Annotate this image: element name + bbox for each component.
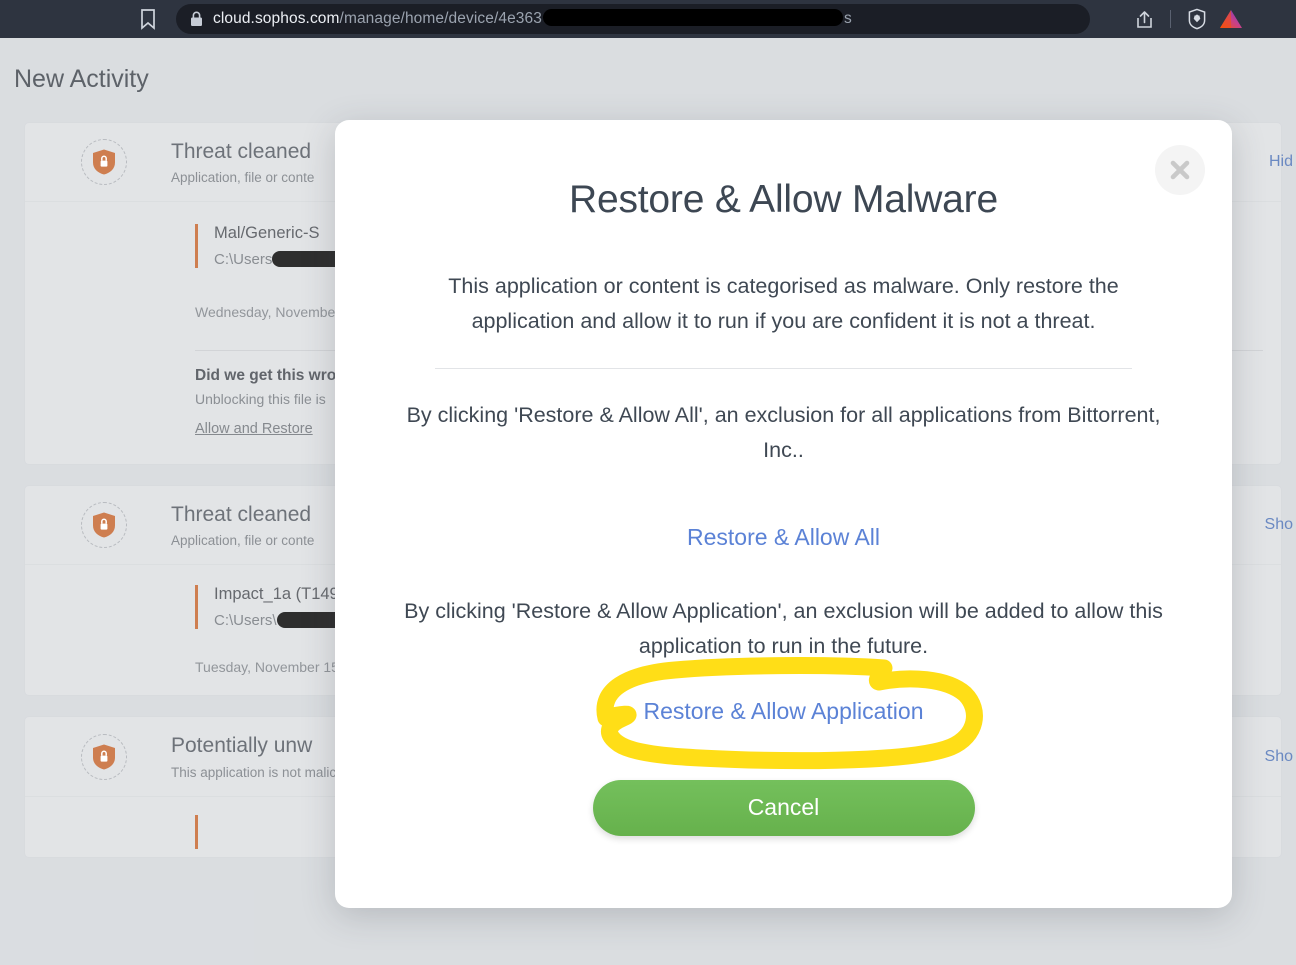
toolbar-divider: [1170, 10, 1171, 28]
browser-toolbar: cloud.sophos.com/manage/home/device/4e36…: [0, 0, 1296, 38]
url-redaction-bar: [542, 9, 843, 27]
activity-card-title: Threat cleaned: [171, 503, 312, 527]
shield-lock-icon: [81, 139, 127, 186]
cancel-button[interactable]: Cancel: [592, 779, 975, 836]
page-title: New Activity: [14, 65, 149, 93]
detection-path-text: C:\Users\: [214, 612, 277, 630]
activity-card-toggle-link[interactable]: Sho: [1265, 516, 1293, 534]
restore-allow-malware-dialog: Restore & Allow Malware This application…: [335, 120, 1232, 908]
url-path: /manage/home/device/4e363: [339, 10, 542, 27]
activity-card-subtitle: Application, file or conte: [171, 170, 315, 186]
dialog-body: This application or content is categoris…: [335, 269, 1232, 836]
brave-shield-icon[interactable]: [1180, 4, 1214, 34]
dialog-title: Restore & Allow Malware: [569, 178, 998, 221]
bookmark-icon[interactable]: [138, 8, 158, 30]
restore-allow-application-link[interactable]: Restore & Allow Application: [399, 698, 1168, 725]
restore-application-description: By clicking 'Restore & Allow Application…: [404, 599, 1163, 659]
browser-actions: [1127, 0, 1296, 38]
shield-lock-icon: [81, 502, 127, 549]
activity-card-toggle-link[interactable]: Sho: [1265, 748, 1293, 766]
activity-card-toggle-link[interactable]: Hid: [1269, 153, 1293, 171]
url-host: cloud.sophos.com: [213, 10, 340, 27]
restore-application-link-wrapper: Restore & Allow Application: [399, 656, 1168, 769]
shield-lock-icon: [81, 733, 127, 780]
activity-card-title: Threat cleaned: [171, 140, 312, 163]
brave-logo-icon[interactable]: [1214, 4, 1248, 34]
share-icon[interactable]: [1127, 4, 1161, 34]
dialog-divider: [435, 367, 1132, 369]
url-text: cloud.sophos.com/manage/home/device/4e36…: [213, 9, 852, 28]
activity-card-heading: Threat cleaned Application, file or cont…: [171, 139, 314, 185]
restore-all-description: By clicking 'Restore & Allow All', an ex…: [406, 402, 1161, 462]
activity-card-subtitle: Application, file or conte: [171, 533, 315, 549]
close-icon[interactable]: [1155, 145, 1205, 195]
lock-icon: [190, 11, 213, 27]
dialog-actions: Cancel: [399, 779, 1168, 836]
intro-paragraph: This application or content is categoris…: [448, 274, 1119, 334]
restore-allow-all-link[interactable]: Restore & Allow All: [399, 524, 1168, 551]
detection-path-text: C:\Users: [214, 251, 273, 269]
url-tail: s: [843, 10, 852, 27]
activity-card-heading: Threat cleaned Application, file or cont…: [171, 502, 314, 548]
address-bar[interactable]: cloud.sophos.com/manage/home/device/4e36…: [176, 4, 1090, 34]
allow-and-restore-link[interactable]: Allow and Restore: [195, 421, 313, 437]
